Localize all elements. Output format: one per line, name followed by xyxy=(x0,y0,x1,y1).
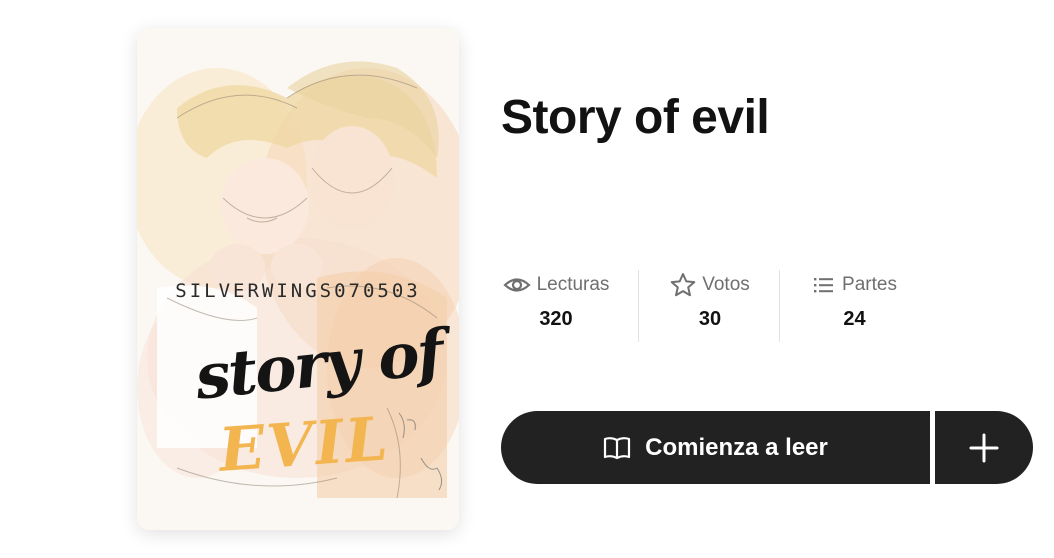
stat-parts: Partes 24 xyxy=(807,270,902,342)
stat-reads-label: Lecturas xyxy=(536,274,610,295)
story-title: Story of evil xyxy=(501,91,770,144)
start-reading-label: Comienza a leer xyxy=(645,433,828,461)
stat-votes-label: Votos xyxy=(702,274,750,295)
star-icon xyxy=(670,273,696,297)
eye-icon xyxy=(502,278,531,292)
stat-divider xyxy=(779,270,780,342)
stat-parts-value: 24 xyxy=(843,308,866,330)
stat-reads-value: 320 xyxy=(539,308,573,330)
stat-divider xyxy=(638,270,639,342)
cover-title-line2: EVIL xyxy=(216,404,392,486)
add-to-library-button[interactable] xyxy=(935,411,1033,484)
stat-votes-value: 30 xyxy=(698,308,722,330)
book-cover[interactable]: SILVERWINGS070503 story of EVIL xyxy=(137,28,459,530)
book-open-icon xyxy=(604,436,631,459)
list-icon xyxy=(814,278,834,293)
start-reading-button[interactable]: Comienza a leer xyxy=(501,411,930,484)
cover-author: SILVERWINGS070503 xyxy=(175,280,421,302)
plus-icon xyxy=(969,433,999,462)
stat-votes: Votos 30 xyxy=(664,270,756,342)
stat-reads: Lecturas 320 xyxy=(501,270,611,342)
stat-parts-label: Partes xyxy=(842,274,897,295)
